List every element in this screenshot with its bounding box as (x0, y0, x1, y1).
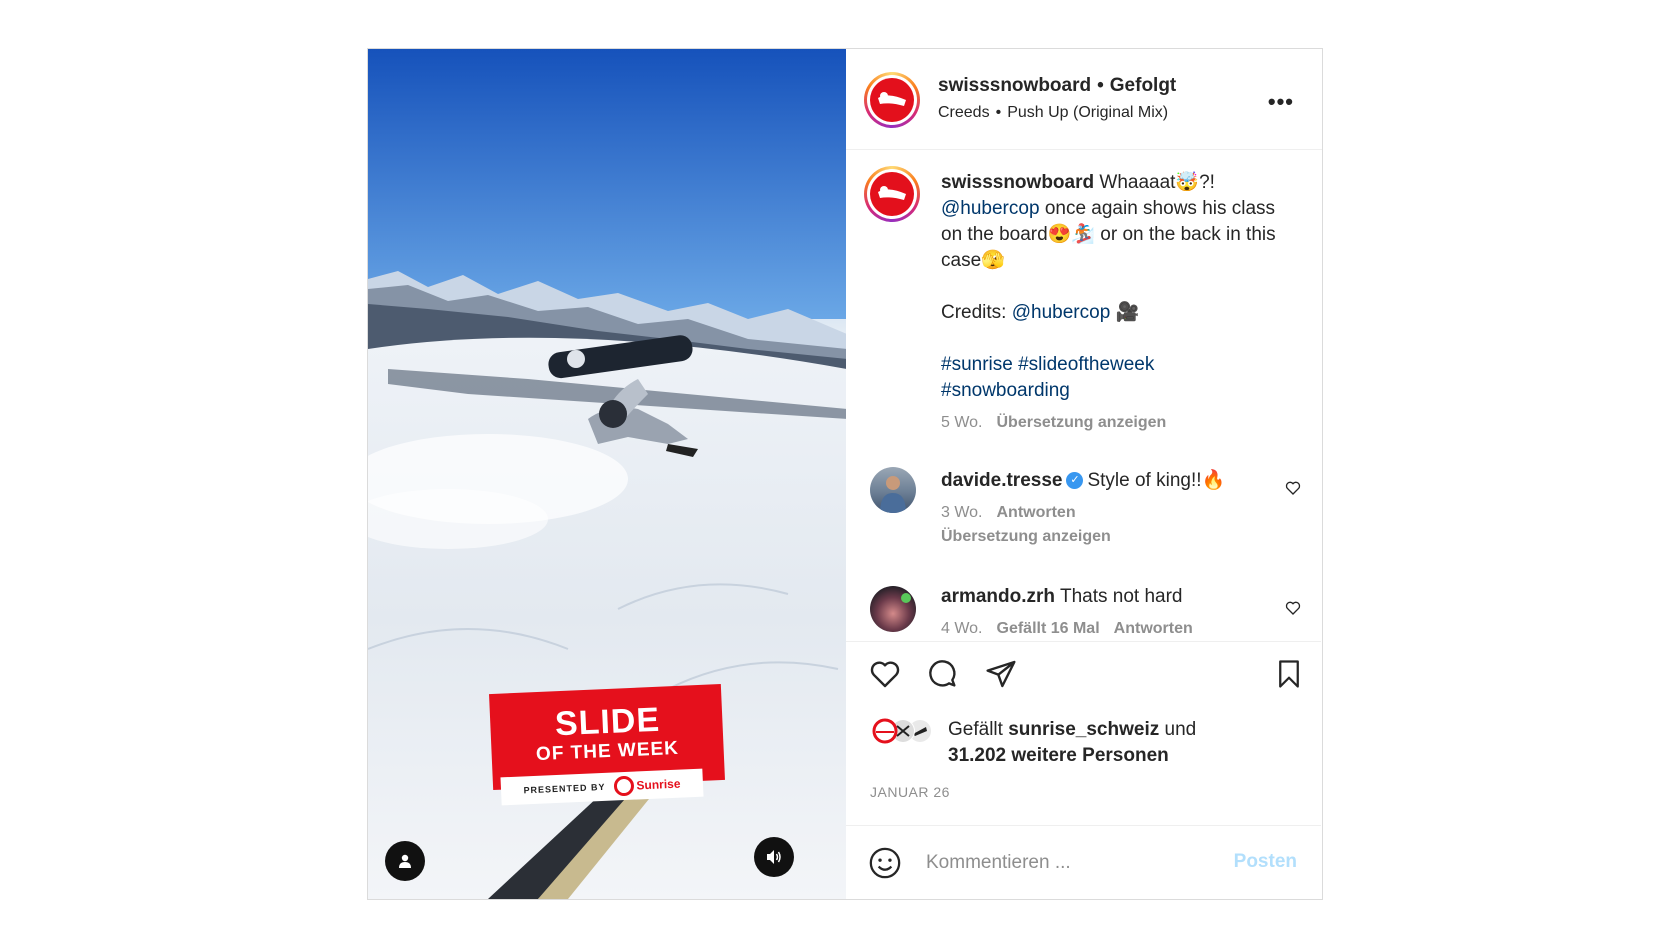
verified-badge-icon: ✓ (1066, 472, 1084, 490)
comment-username[interactable]: davide.tresse (941, 470, 1062, 491)
comment-text: Thats not hard (1059, 586, 1183, 607)
post-side-panel: swisssnowboard • Gefolgt Creeds • Push Up (O… (846, 49, 1322, 899)
comment-age[interactable]: 4 Wo. (941, 620, 983, 637)
post-comment-button[interactable]: Posten (1234, 851, 1297, 873)
post-caption: swisssnowboard Whaaaat🤯?! @hubercop once… (941, 170, 1286, 436)
caption-text-1: Whaaaat🤯?! (1099, 172, 1215, 193)
share-paper-plane-icon[interactable] (984, 658, 1018, 695)
comments-list[interactable]: swisssnowboard Whaaaat🤯?! @hubercop once… (846, 150, 1321, 640)
commenter-avatar[interactable] (870, 467, 916, 513)
sunrise-brand-text: Sunrise (636, 776, 681, 793)
comment-age[interactable]: 3 Wo. (941, 504, 983, 521)
caption-username[interactable]: swisssnowboard (941, 172, 1094, 193)
reply-button[interactable]: Antworten (1114, 620, 1193, 637)
tagged-users-button[interactable] (385, 841, 425, 881)
user-icon (399, 854, 411, 868)
comment-input[interactable]: Kommentieren ... (926, 852, 1071, 874)
audio-artist[interactable]: Creeds (938, 104, 990, 121)
swiss-snowboard-logo-icon (870, 172, 914, 216)
comment-text: Style of king!!🔥 (1087, 470, 1226, 491)
caption-author-avatar[interactable] (864, 166, 920, 222)
comment-item: armando.zrh Thats not hard 4 Wo. Gefällt … (941, 586, 1193, 638)
badge-presented-by: PRESENTED BY (523, 781, 606, 796)
comment-meta: 3 Wo. Antworten (941, 504, 1225, 522)
speaker-icon (767, 850, 781, 864)
swiss-snowboard-logo-icon (870, 78, 914, 122)
credits-mention-link[interactable]: @hubercop (1012, 302, 1111, 323)
more-options-icon[interactable]: ••• (1268, 89, 1294, 115)
comment-likes-count[interactable]: Gefällt 16 Mal (997, 620, 1100, 637)
like-comment-heart-icon[interactable] (1285, 480, 1301, 501)
hashtag-link[interactable]: #sunrise (941, 354, 1013, 375)
mention-link[interactable]: @hubercop (941, 198, 1040, 219)
comment-bubble-icon[interactable] (926, 658, 960, 695)
credits-emoji: 🎥 (1115, 302, 1140, 323)
comment-item: davide.tresse ✓ Style of king!!🔥 3 Wo. Antw… (941, 468, 1225, 546)
liker-avatars (870, 717, 942, 747)
commenter-avatar[interactable] (870, 586, 916, 632)
caption-age[interactable]: 5 Wo. (941, 414, 983, 431)
likes-count-button[interactable]: 31.202 weitere Personen (948, 745, 1169, 766)
header-title-row: swisssnowboard • Gefolgt (938, 75, 1177, 96)
hashtag-link[interactable]: #snowboarding (941, 380, 1070, 401)
save-bookmark-icon[interactable] (1274, 658, 1304, 695)
post-actions-bar (846, 641, 1321, 699)
sunrise-logo: Sunrise (613, 774, 681, 797)
like-heart-icon[interactable] (868, 658, 902, 695)
follow-status-button[interactable]: Gefolgt (1110, 75, 1177, 96)
comment-username[interactable]: armando.zrh (941, 586, 1055, 607)
liker-username[interactable]: sunrise_schweiz (1008, 719, 1159, 740)
audio-track[interactable]: Push Up (Original Mix) (1007, 104, 1168, 121)
comment-composer: Kommentieren ... Posten (846, 825, 1321, 899)
see-translation-button[interactable]: Übersetzung anzeigen (997, 414, 1167, 431)
caption-meta: 5 Wo. Übersetzung anzeigen (941, 410, 1286, 436)
see-translation-button[interactable]: Übersetzung anzeigen (941, 528, 1225, 546)
like-comment-heart-icon[interactable] (1285, 600, 1301, 621)
likes-text: Gefällt sunrise_schweiz und 31.202 weite… (948, 719, 1197, 766)
reply-button[interactable]: Antworten (997, 504, 1076, 521)
post-date[interactable]: JANUAR 26 (870, 784, 950, 800)
emoji-smiley-icon[interactable] (868, 846, 902, 885)
comment-meta: 4 Wo. Gefällt 16 Mal Antworten (941, 620, 1193, 638)
author-avatar[interactable] (864, 72, 920, 128)
post-media-video[interactable]: SLIDE OF THE WEEK PRESENTED BY Sunrise (368, 49, 846, 899)
post-card: SLIDE OF THE WEEK PRESENTED BY Sunrise s… (367, 48, 1323, 900)
mute-toggle-button[interactable] (754, 837, 794, 877)
audio-info[interactable]: Creeds • Push Up (Original Mix) (938, 104, 1168, 122)
post-header: swisssnowboard • Gefolgt Creeds • Push Up (O… (846, 49, 1322, 150)
sunrise-circle-icon (613, 775, 634, 797)
hashtag-link[interactable]: #slideoftheweek (1018, 354, 1154, 375)
author-username[interactable]: swisssnowboard (938, 75, 1091, 96)
credits-label: Credits: (941, 302, 1007, 323)
